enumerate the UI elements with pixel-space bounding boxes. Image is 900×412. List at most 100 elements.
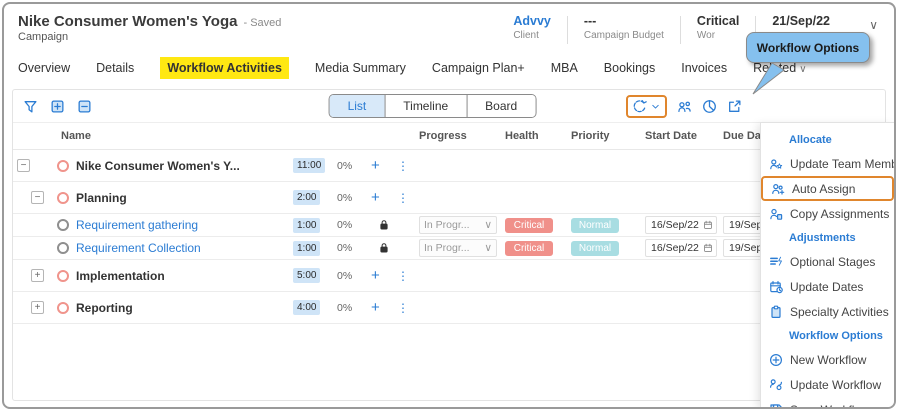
status-circle-icon <box>57 219 69 231</box>
menu-item-optional-stages[interactable]: Optional Stages <box>761 249 894 274</box>
start-date-value: 16/Sep/22 <box>651 219 699 231</box>
menu-item-auto-assign[interactable]: Auto Assign <box>761 176 894 201</box>
start-date-field[interactable]: 16/Sep/22 <box>645 216 717 234</box>
duration-badge: 2:00 <box>293 190 320 205</box>
tab-media-summary[interactable]: Media Summary <box>315 61 406 75</box>
chevron-down-icon <box>650 101 661 112</box>
add-activity-button[interactable]: + <box>371 267 397 284</box>
collapse-all-icon[interactable] <box>77 99 92 114</box>
row-name-label: Implementation <box>76 269 165 283</box>
team-icon[interactable] <box>677 99 692 114</box>
page-title: Nike Consumer Women's Yoga <box>18 13 237 30</box>
table-row: +Reporting4:000%+⋮ <box>13 292 885 324</box>
row-more-menu[interactable]: ⋮ <box>397 269 419 283</box>
percent-complete-label: 0% <box>337 242 371 254</box>
progress-dropdown[interactable]: In Progr...∨ <box>419 216 497 234</box>
pie-chart-icon[interactable] <box>702 99 717 114</box>
status-circle-icon <box>57 302 69 314</box>
progress-dropdown[interactable]: In Progr...∨ <box>419 239 497 257</box>
menu-section-header-adjustments: Adjustments <box>761 226 894 249</box>
menu-item-update-dates[interactable]: Update Dates <box>761 274 894 299</box>
row-name-label[interactable]: Requirement Collection <box>76 241 201 255</box>
menu-item-label: Update Dates <box>790 280 863 294</box>
view-btn-board[interactable]: Board <box>466 95 535 117</box>
row-name-label[interactable]: Requirement gathering <box>76 218 198 232</box>
menu-item-update-workflow[interactable]: Update Workflow <box>761 372 894 397</box>
header-field-wor: CriticalWor <box>681 14 755 41</box>
percent-complete-label: 0% <box>337 160 371 172</box>
collapse-header-chevron-icon[interactable]: ∨ <box>869 18 878 32</box>
progress-value: In Progr... <box>424 242 470 254</box>
progress-value: In Progr... <box>424 219 470 231</box>
callout-tail <box>750 62 784 96</box>
calendar-refresh-icon <box>769 280 783 294</box>
row-expander-toggle[interactable]: + <box>31 269 44 282</box>
app-window: Nike Consumer Women's Yoga - Saved Campa… <box>2 2 896 409</box>
percent-complete-label: 0% <box>337 219 371 231</box>
tab-mba[interactable]: MBA <box>551 61 578 75</box>
duration-badge: 11:00 <box>293 158 325 173</box>
health-badge: Critical <box>505 218 553 233</box>
row-name-cell: + Implementation <box>13 269 293 283</box>
row-expander-toggle[interactable]: − <box>31 191 44 204</box>
menu-item-label: Specialty Activities <box>790 305 889 319</box>
callout-text: Workflow Options <box>757 41 859 55</box>
filter-icon[interactable] <box>23 99 38 114</box>
menu-item-update-team-members[interactable]: Update Team Members <box>761 151 894 176</box>
start-date-field[interactable]: 16/Sep/22 <box>645 239 717 257</box>
row-more-menu[interactable]: ⋮ <box>397 191 419 205</box>
menu-item-label: Update Workflow <box>790 378 881 392</box>
table-header-row: NameProgressHealthPriorityStart DateDue … <box>13 123 885 150</box>
status-circle-icon <box>57 192 69 204</box>
menu-item-new-workflow[interactable]: New Workflow <box>761 347 894 372</box>
save-status: - Saved <box>243 17 281 29</box>
row-more-menu[interactable]: ⋮ <box>397 301 419 315</box>
view-btn-timeline[interactable]: Timeline <box>384 95 466 117</box>
clipboard-icon <box>769 305 783 319</box>
row-expander-toggle[interactable]: + <box>31 301 44 314</box>
tab-bookings[interactable]: Bookings <box>604 61 655 75</box>
row-more-menu[interactable]: ⋮ <box>397 159 419 173</box>
lock-icon <box>371 219 397 231</box>
column-header-start-date: Start Date <box>645 130 723 142</box>
expand-all-icon[interactable] <box>50 99 65 114</box>
menu-item-copy-assignments[interactable]: Copy Assignments <box>761 201 894 226</box>
table-row: −Nike Consumer Women's Y...11:00 0%+⋮ <box>13 150 885 182</box>
popout-icon[interactable] <box>727 99 742 114</box>
menu-item-specialty-activities[interactable]: Specialty Activities <box>761 299 894 324</box>
status-circle-icon <box>57 242 69 254</box>
header-field-value[interactable]: Advvy <box>513 14 551 28</box>
row-name-cell: −Nike Consumer Women's Y... <box>13 159 293 173</box>
tab-invoices[interactable]: Invoices <box>681 61 727 75</box>
add-activity-button[interactable]: + <box>371 299 397 316</box>
row-name-cell: Requirement gathering <box>13 218 293 232</box>
add-activity-button[interactable]: + <box>371 189 397 206</box>
menu-item-label: New Workflow <box>790 353 866 367</box>
header-field-label: Campaign Budget <box>584 30 664 41</box>
workflow-sync-button[interactable] <box>626 95 667 118</box>
people-star-icon <box>769 157 783 171</box>
expander-slot: − <box>13 159 57 172</box>
header-field-value: Critical <box>697 14 739 28</box>
menu-item-label: Save Workflow <box>790 403 870 410</box>
tab-details[interactable]: Details <box>96 61 134 75</box>
add-activity-button[interactable]: + <box>371 157 397 174</box>
row-name-cell: −Planning <box>13 191 293 205</box>
workflow-activities-panel: ListTimelineBoard NameProgressHealthPrio… <box>12 89 886 401</box>
plus-circle-icon <box>769 353 783 367</box>
workflow-options-menu: AllocateUpdate Team MembersAuto AssignCo… <box>760 122 894 407</box>
calendar-cell-icon <box>703 243 713 253</box>
row-expander-toggle[interactable]: − <box>17 159 30 172</box>
menu-item-save-workflow[interactable]: Save Workflow <box>761 397 894 409</box>
duration-badge: 1:00 <box>293 241 320 256</box>
tab-overview[interactable]: Overview <box>18 61 70 75</box>
view-btn-list[interactable]: List <box>330 95 385 117</box>
tab-workflow-activities[interactable]: Workflow Activities <box>160 57 289 79</box>
expander-slot: + <box>13 301 57 314</box>
save-icon <box>769 403 783 410</box>
row-name-label: Reporting <box>76 301 133 315</box>
status-circle-icon <box>57 270 69 282</box>
menu-section-header-workflow-options: Workflow Options <box>761 324 894 347</box>
tab-campaign-plan-[interactable]: Campaign Plan+ <box>432 61 525 75</box>
column-header-priority: Priority <box>571 130 645 142</box>
